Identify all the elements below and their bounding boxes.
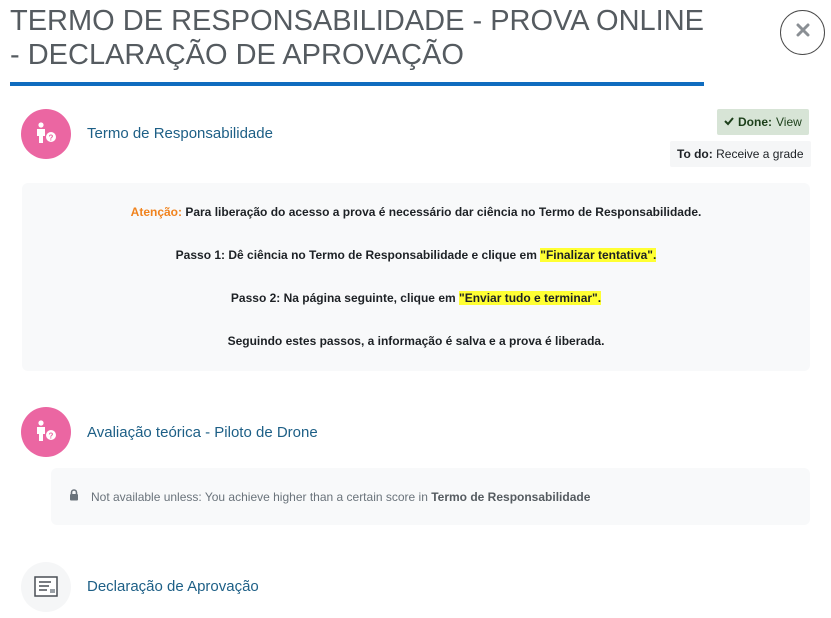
restriction-text: Not available unless: You achieve higher… [91, 490, 590, 504]
description-line-attention: Atenção: Para liberação do acesso a prov… [22, 205, 810, 219]
step1-text: Passo 1: Dê ciência no Termo de Responsa… [175, 248, 541, 262]
person-question-icon: ? [21, 407, 71, 457]
close-button[interactable] [780, 10, 825, 55]
restriction-prefix: Not available unless: You achieve higher… [91, 489, 432, 504]
modal-title: TERMO DE RESPONSABILIDADE - PROVA ONLINE… [10, 5, 705, 71]
certificate-icon [21, 562, 71, 612]
todo-value: Receive a grade [716, 147, 804, 161]
activity-link-declaracao[interactable]: Declaração de Aprovação [87, 578, 259, 595]
step2-text: Passo 2: Na página seguinte, clique em [230, 291, 459, 305]
step2-highlight: "Enviar tudo e terminar". [459, 291, 602, 305]
close-icon [796, 23, 810, 42]
svg-text:?: ? [49, 432, 54, 441]
completion-todo-badge: To do: Receive a grade [670, 141, 811, 167]
description-line-step2: Passo 2: Na página seguinte, clique em "… [22, 291, 810, 305]
restriction-notice: Not available unless: You achieve higher… [51, 468, 810, 525]
svg-text:?: ? [49, 134, 54, 143]
title-underline [10, 82, 704, 86]
step1-highlight: "Finalizar tentativa". [540, 248, 657, 262]
check-icon [724, 109, 734, 135]
done-label: Done: [738, 115, 772, 129]
attention-label: Atenção: [130, 205, 182, 219]
activity-description: Atenção: Para liberação do acesso a prov… [22, 183, 810, 371]
attention-text: Para liberação do acesso a prova é neces… [182, 205, 702, 219]
person-question-icon: ? [21, 109, 71, 159]
description-line-step1: Passo 1: Dê ciência no Termo de Responsa… [22, 248, 810, 262]
lock-icon [69, 489, 79, 504]
activity-link-termo[interactable]: Termo de Responsabilidade [87, 125, 273, 142]
done-value: View [776, 115, 802, 129]
todo-label: To do: [677, 147, 713, 161]
restriction-activity: Termo de Responsabilidade [431, 489, 591, 504]
activity-link-avaliacao[interactable]: Avaliação teórica - Piloto de Drone [87, 424, 318, 441]
description-line-final: Seguindo estes passos, a informação é sa… [227, 334, 605, 348]
completion-done-badge: Done: View [717, 109, 809, 135]
